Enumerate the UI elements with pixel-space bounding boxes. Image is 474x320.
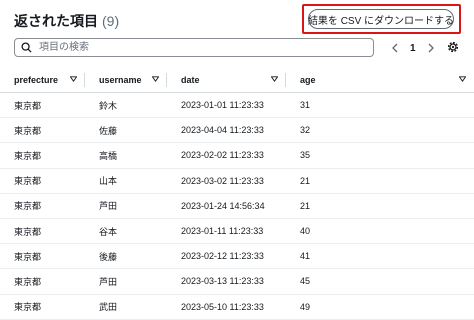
column-header-date[interactable]: date bbox=[167, 68, 286, 92]
column-header-age[interactable]: age bbox=[286, 68, 474, 92]
cell-date: 2023-03-13 11:23:33 bbox=[181, 276, 264, 287]
cell-username: 後藤 bbox=[99, 251, 118, 262]
cell-username: 芦田 bbox=[99, 276, 118, 287]
item-count: (9) bbox=[102, 13, 120, 29]
cell-age: 31 bbox=[300, 100, 311, 111]
download-csv-button[interactable]: 結果を CSV にダウンロードする bbox=[308, 9, 454, 29]
cell-age: 49 bbox=[300, 301, 311, 312]
table-row: 東京都 佐藤 2023-04-04 11:23:33 32 bbox=[0, 118, 474, 144]
cell-date: 2023-02-12 11:23:33 bbox=[181, 251, 264, 262]
next-page-button[interactable] bbox=[424, 43, 438, 53]
table-row: 東京都 芦田 2023-01-24 14:56:34 21 bbox=[0, 194, 474, 219]
table-header-row: prefecture username date age bbox=[0, 68, 474, 93]
cell-prefecture: 東京都 bbox=[14, 201, 42, 212]
cell-date: 2023-01-01 11:23:33 bbox=[181, 100, 264, 111]
table-row: 東京都 武田 2023-05-10 11:23:33 49 bbox=[0, 295, 474, 320]
sort-caret-icon bbox=[152, 76, 159, 82]
cell-age: 45 bbox=[300, 276, 311, 287]
table-row: 東京都 後藤 2023-02-12 11:23:33 41 bbox=[0, 244, 474, 270]
cell-age: 41 bbox=[300, 251, 311, 262]
cell-prefecture: 東京都 bbox=[14, 226, 42, 237]
sort-caret-icon bbox=[271, 76, 278, 82]
sort-caret-icon bbox=[459, 76, 466, 82]
sort-caret-icon bbox=[70, 76, 77, 82]
cell-date: 2023-01-11 11:23:33 bbox=[181, 226, 264, 237]
current-page[interactable]: 1 bbox=[410, 43, 416, 54]
cell-prefecture: 東京都 bbox=[14, 176, 42, 187]
table-row: 東京都 谷本 2023-01-11 11:23:33 40 bbox=[0, 219, 474, 245]
chevron-left-icon bbox=[392, 43, 398, 53]
cell-age: 21 bbox=[300, 175, 311, 186]
cell-username: 芦田 bbox=[99, 201, 118, 212]
cell-username: 高橋 bbox=[99, 150, 118, 161]
pagination: 1 bbox=[388, 39, 438, 57]
table-row: 東京都 高橋 2023-02-02 11:23:33 35 bbox=[0, 143, 474, 169]
cell-prefecture: 東京都 bbox=[14, 302, 42, 313]
cell-username: 鈴木 bbox=[99, 100, 118, 111]
cell-prefecture: 東京都 bbox=[14, 125, 42, 136]
table-row: 東京都 山本 2023-03-02 11:23:33 21 bbox=[0, 169, 474, 194]
cell-age: 21 bbox=[300, 200, 311, 211]
search-field[interactable] bbox=[14, 38, 374, 57]
results-table: prefecture username date age 東京都 鈴木 2023-0… bbox=[0, 68, 474, 320]
search-icon bbox=[21, 42, 32, 53]
cell-prefecture: 東京都 bbox=[14, 276, 42, 287]
cell-date: 2023-03-02 11:23:33 bbox=[181, 175, 264, 186]
settings-button[interactable] bbox=[446, 40, 460, 59]
cell-age: 40 bbox=[300, 226, 311, 237]
search-input[interactable] bbox=[37, 41, 341, 54]
cell-username: 武田 bbox=[99, 302, 118, 313]
prev-page-button[interactable] bbox=[388, 43, 402, 53]
cell-date: 2023-04-04 11:23:33 bbox=[181, 125, 264, 136]
cell-username: 山本 bbox=[99, 176, 118, 187]
table-body: 東京都 鈴木 2023-01-01 11:23:33 31 東京都 佐藤 2023-04-0… bbox=[0, 93, 474, 320]
cell-prefecture: 東京都 bbox=[14, 150, 42, 161]
cell-date: 2023-05-10 11:23:33 bbox=[181, 301, 264, 312]
cell-date: 2023-02-02 11:23:33 bbox=[181, 150, 264, 161]
column-header-prefecture[interactable]: prefecture bbox=[0, 68, 85, 92]
column-header-username[interactable]: username bbox=[85, 68, 167, 92]
page-title: 返された項目 bbox=[14, 13, 98, 29]
cell-username: 谷本 bbox=[99, 226, 118, 237]
cell-username: 佐藤 bbox=[99, 125, 118, 136]
cell-prefecture: 東京都 bbox=[14, 251, 42, 262]
cell-date: 2023-01-24 14:56:34 bbox=[181, 200, 265, 211]
cell-age: 35 bbox=[300, 150, 311, 161]
table-row: 東京都 芦田 2023-03-13 11:23:33 45 bbox=[0, 269, 474, 295]
table-row: 東京都 鈴木 2023-01-01 11:23:33 31 bbox=[0, 93, 474, 119]
chevron-right-icon bbox=[428, 43, 434, 53]
gear-icon bbox=[447, 41, 459, 53]
cell-prefecture: 東京都 bbox=[14, 100, 42, 111]
cell-age: 32 bbox=[300, 125, 311, 136]
table-header: 返された項目 (9) bbox=[14, 11, 119, 31]
